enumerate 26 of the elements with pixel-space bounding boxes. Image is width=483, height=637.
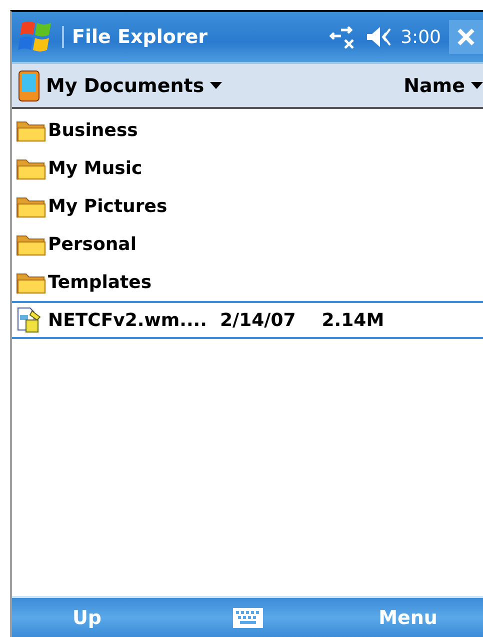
file-name: Personal	[48, 234, 138, 254]
file-list-item[interactable]: Business	[12, 111, 483, 149]
file-date: 2/14/07	[220, 310, 296, 330]
file-size: 2.14M	[322, 310, 384, 330]
file-name: NETCFv2.wm....	[48, 310, 208, 330]
close-icon	[457, 28, 475, 46]
file-list-item[interactable]: Personal	[12, 225, 483, 263]
sort-dropdown[interactable]: Name	[404, 74, 483, 96]
file-list-item[interactable]: NETCFv2.wm.... 2/14/07 2.14M	[12, 301, 483, 339]
folder-dropdown[interactable]: My Documents	[46, 74, 222, 96]
file-list-item[interactable]: My Pictures	[12, 187, 483, 225]
window-title: File Explorer	[62, 26, 321, 48]
connectivity-icon	[328, 24, 357, 50]
file-name: My Pictures	[48, 196, 168, 216]
caret-icon	[471, 82, 483, 89]
keyboard-icon[interactable]	[232, 606, 264, 628]
device-icon	[18, 70, 40, 102]
close-button[interactable]	[449, 20, 483, 54]
caret-icon	[210, 82, 222, 89]
file-list-item[interactable]: Templates	[12, 263, 483, 301]
file-list-item[interactable]: My Music	[12, 149, 483, 187]
speaker-icon	[364, 25, 393, 49]
clock-time: 3:00	[400, 26, 441, 48]
file-name: Templates	[48, 272, 153, 292]
file-name: Business	[48, 120, 139, 140]
file-name: My Music	[48, 158, 144, 178]
